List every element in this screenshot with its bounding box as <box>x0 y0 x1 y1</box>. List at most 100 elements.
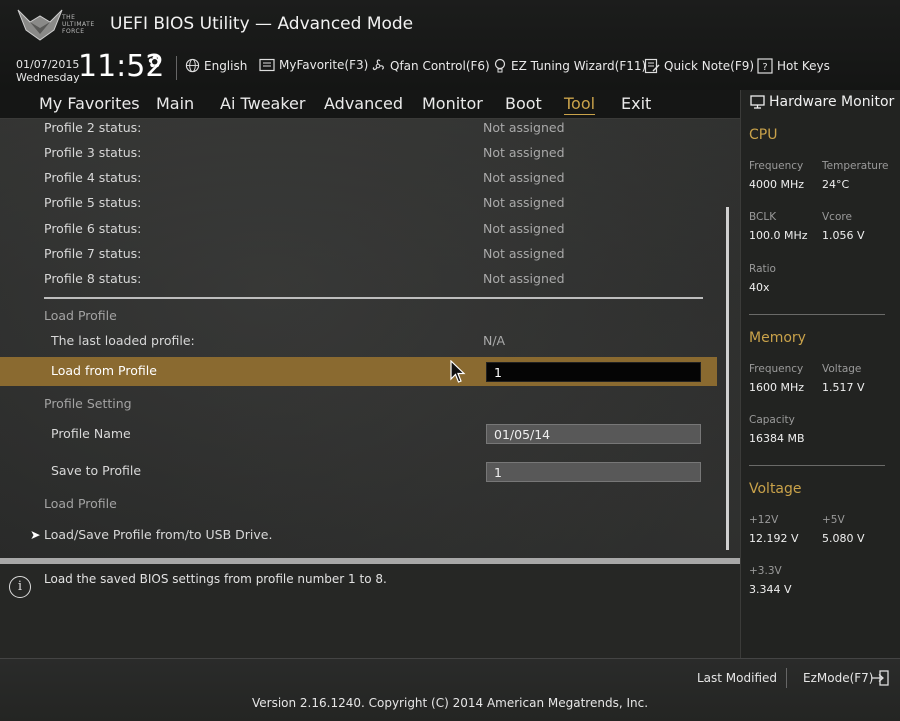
last-loaded-profile-value: N/A <box>483 333 506 348</box>
language-label: English <box>204 58 248 73</box>
memory-capacity-value: 16384 MB <box>749 432 805 445</box>
profile-4-status-label: Profile 4 status: <box>44 170 142 185</box>
qfan-label: Qfan Control(F6) <box>390 59 490 73</box>
profile-5-status-label: Profile 5 status: <box>44 195 142 210</box>
tab-boot[interactable]: Boot <box>505 94 542 113</box>
load-from-profile-input[interactable]: 1 <box>486 362 701 382</box>
help-key-icon: ? <box>757 58 773 74</box>
tab-monitor[interactable]: Monitor <box>422 94 483 113</box>
tab-tool[interactable]: Tool <box>564 94 596 115</box>
window-title: UEFI BIOS Utility — Advanced Mode <box>110 14 414 34</box>
profile-2-status-value: Not assigned <box>483 120 565 135</box>
hot-keys-label: Hot Keys <box>777 59 830 73</box>
footer-divider <box>786 668 787 688</box>
quick-note-label: Quick Note(F9) <box>664 59 755 73</box>
favorite-icon <box>259 58 275 72</box>
memory-heading: Memory <box>749 330 806 346</box>
info-icon: i <box>9 576 31 598</box>
bulb-icon <box>494 58 506 73</box>
cpu-temperature-label: Temperature <box>822 160 889 172</box>
scrollbar[interactable] <box>726 207 729 550</box>
copyright-text: Version 2.16.1240. Copyright (C) 2014 Am… <box>251 696 649 710</box>
save-to-profile-label: Save to Profile <box>51 463 142 478</box>
cpu-heading: CPU <box>749 127 778 143</box>
tab-main[interactable]: Main <box>156 94 194 113</box>
memory-frequency-value: 1600 MHz <box>749 381 805 394</box>
profile-5-status-value: Not assigned <box>483 195 565 210</box>
quick-note-button[interactable]: Quick Note(F9) <box>644 58 754 74</box>
tab-my-favorites[interactable]: My Favorites <box>39 94 140 113</box>
v33-value: 3.344 V <box>749 583 792 596</box>
ratio-value: 40x <box>749 281 770 294</box>
monitor-icon <box>750 95 765 109</box>
voltage-heading: Voltage <box>749 481 802 497</box>
cpu-temperature-value: 24°C <box>822 178 850 191</box>
load-profile-heading: Load Profile <box>44 308 117 323</box>
ez-tuning-label: EZ Tuning Wizard(F11) <box>511 59 647 73</box>
mouse-cursor-icon <box>450 360 466 383</box>
divider <box>176 56 177 80</box>
v5-value: 5.080 V <box>822 532 865 545</box>
hardware-monitor-title: Hardware Monitor <box>750 94 894 110</box>
myfavorite-button[interactable]: MyFavorite(F3) <box>259 58 368 72</box>
profile-6-status-value: Not assigned <box>483 221 565 236</box>
v33-label: +3.3V <box>749 565 782 577</box>
clock-settings-gear-icon[interactable]: ✿ <box>148 52 161 71</box>
ezmode-button[interactable]: EzMode(F7) <box>803 671 873 685</box>
hot-keys-button[interactable]: ? Hot Keys <box>757 58 830 74</box>
profile-7-status-value: Not assigned <box>483 246 565 261</box>
logo-text: THE ULTIMATE FORCE <box>62 14 95 35</box>
tab-ai-tweaker[interactable]: Ai Tweaker <box>220 94 305 113</box>
footer-bar <box>0 658 900 721</box>
profile-4-status-value: Not assigned <box>483 170 565 185</box>
weekday-text: Wednesday <box>16 71 80 84</box>
language-button[interactable]: English <box>185 58 247 73</box>
v5-label: +5V <box>822 514 845 526</box>
date-display: 01/07/2015 Wednesday <box>16 58 80 84</box>
usb-profile-submenu[interactable]: Load/Save Profile from/to USB Drive. <box>44 527 272 542</box>
tab-advanced[interactable]: Advanced <box>324 94 403 113</box>
vcore-label: Vcore <box>822 211 852 223</box>
memory-voltage-label: Voltage <box>822 363 862 375</box>
fan-icon <box>372 59 384 71</box>
profile-3-status-label: Profile 3 status: <box>44 145 142 160</box>
profile-name-label: Profile Name <box>51 426 131 441</box>
date-text: 01/07/2015 <box>16 58 80 71</box>
myfavorite-label: MyFavorite(F3) <box>279 58 369 72</box>
profile-7-status-label: Profile 7 status: <box>44 246 142 261</box>
profile-setting-heading: Profile Setting <box>44 396 132 411</box>
last-loaded-profile-label: The last loaded profile: <box>51 333 195 348</box>
ez-tuning-wizard-button[interactable]: EZ Tuning Wizard(F11) <box>493 58 646 74</box>
memory-voltage-value: 1.517 V <box>822 381 865 394</box>
qfan-control-button[interactable]: Qfan Control(F6) <box>370 58 490 74</box>
v12-label: +12V <box>749 514 779 526</box>
last-modified-button[interactable]: Last Modified <box>697 671 777 685</box>
profile-3-status-value: Not assigned <box>483 145 565 160</box>
exit-arrow-icon[interactable] <box>871 670 889 686</box>
save-to-profile-input[interactable]: 1 <box>486 462 701 482</box>
tab-exit[interactable]: Exit <box>621 94 651 113</box>
memory-frequency-label: Frequency <box>749 363 804 375</box>
cpu-frequency-value: 4000 MHz <box>749 178 805 191</box>
svg-text:?: ? <box>762 62 767 73</box>
profile-8-status-label: Profile 8 status: <box>44 271 142 286</box>
vcore-value: 1.056 V <box>822 229 865 242</box>
ratio-label: Ratio <box>749 263 776 275</box>
memory-capacity-label: Capacity <box>749 414 795 426</box>
memory-divider <box>749 465 885 466</box>
bclk-label: BCLK <box>749 211 777 223</box>
profile-8-status-value: Not assigned <box>483 271 565 286</box>
cpu-divider <box>749 314 885 315</box>
usb-submenu-arrow-icon: ➤ <box>30 527 41 542</box>
help-text: Load the saved BIOS settings from profil… <box>44 572 387 586</box>
globe-icon <box>185 58 200 73</box>
note-icon <box>644 58 660 74</box>
profile-name-input[interactable]: 01/05/14 <box>486 424 701 444</box>
load-profile-button[interactable]: Load Profile <box>44 496 117 511</box>
profile-2-status-label: Profile 2 status: <box>44 120 142 135</box>
hardware-monitor-label: Hardware Monitor <box>769 94 895 110</box>
load-from-profile-label: Load from Profile <box>51 363 157 378</box>
cpu-frequency-label: Frequency <box>749 160 804 172</box>
profile-6-status-label: Profile 6 status: <box>44 221 142 236</box>
section-divider <box>44 297 703 299</box>
